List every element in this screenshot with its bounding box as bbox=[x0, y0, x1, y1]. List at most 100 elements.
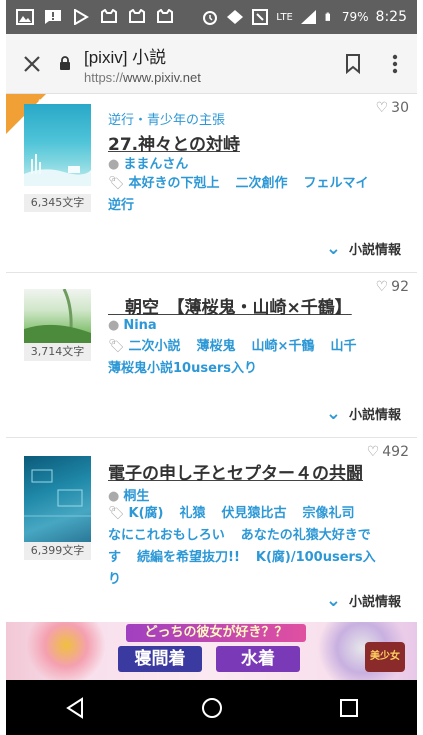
gallery-icon bbox=[16, 9, 34, 25]
char-count: 6,345文字 bbox=[24, 194, 91, 212]
tag[interactable]: 本好きの下剋上 bbox=[129, 176, 220, 191]
tag-icon: 🏷 bbox=[108, 506, 125, 521]
lock-icon bbox=[54, 56, 76, 71]
page-title: [pixiv] 小説 bbox=[84, 47, 167, 67]
like-count[interactable]: ♡ 30 bbox=[376, 100, 409, 116]
back-triangle-icon bbox=[65, 696, 83, 719]
tag[interactable]: 薄桜鬼小説10users入り bbox=[108, 361, 257, 376]
close-button[interactable] bbox=[6, 34, 58, 94]
nfc-icon bbox=[252, 9, 269, 25]
novel-author[interactable]: ● 桐生 bbox=[108, 485, 149, 504]
novel-item: シリーズ 6,345文字 ♡30 逆行・青少年の主張 27.神々との対峙 ●まま… bbox=[6, 94, 417, 273]
more-options-button[interactable] bbox=[373, 54, 417, 74]
like-count-value: 30 bbox=[391, 100, 409, 116]
network-type: LTE bbox=[276, 11, 293, 23]
ad-character-left bbox=[26, 622, 106, 680]
tag[interactable]: 山崎×千鶴 bbox=[252, 339, 315, 354]
novel-item: 3,714文字 ♡ 92 朝空 【薄桜鬼・山崎×千鶴】 ● Nina 🏷 二次小説 薄桜… bbox=[6, 273, 417, 438]
close-icon bbox=[24, 55, 40, 72]
tag-icon: 🏷 bbox=[108, 176, 125, 191]
browser-toolbar: [pixiv] 小説 https://www.pixiv.net bbox=[6, 34, 417, 94]
back-button[interactable] bbox=[45, 688, 105, 728]
tag[interactable]: 二次創作 bbox=[236, 176, 288, 191]
cover-scene bbox=[24, 154, 91, 186]
novel-title[interactable]: 電子の申し子とセプター４の共闘 bbox=[108, 459, 363, 484]
novel-item: 6,399文字 ♡ 492 電子の申し子とセプター４の共闘 ● 桐生 🏷 K(腐) 礼猿… bbox=[6, 438, 417, 622]
system-status: LTE 79% 8:25 bbox=[201, 9, 417, 25]
recents-square-icon bbox=[339, 698, 358, 717]
novel-title[interactable]: 朝空 【薄桜鬼・山崎×千鶴】 bbox=[108, 293, 352, 318]
recents-button[interactable] bbox=[319, 688, 379, 728]
url-area[interactable]: [pixiv] 小説 https://www.pixiv.net bbox=[84, 43, 201, 85]
tag[interactable]: 続編を希望抜刀!! bbox=[137, 550, 240, 565]
ad-banner[interactable]: どっちの彼女が好き？？ 寝間着 水着 美少女 bbox=[6, 622, 417, 680]
tag-row: 🏷 本好きの下剋上 二次創作 フェルマイ bbox=[108, 173, 399, 195]
novel-info-button[interactable]: ⌄ 小説情報 bbox=[326, 590, 401, 611]
tag[interactable]: 山千 bbox=[330, 339, 356, 354]
battery-icon bbox=[325, 12, 330, 21]
tag-row: す続編を希望抜刀!! K(腐)/100users入り bbox=[108, 547, 399, 591]
novel-title[interactable]: 27.神々との対峙 bbox=[108, 130, 240, 155]
ad-option-pajamas[interactable]: 寝間着 bbox=[118, 646, 202, 672]
tag[interactable]: K(腐) bbox=[129, 506, 164, 521]
tag[interactable]: 礼猿 bbox=[179, 506, 205, 521]
like-count[interactable]: ♡ 92 bbox=[376, 279, 409, 295]
novel-info-label: 小説情報 bbox=[348, 408, 401, 423]
tag[interactable]: あなたの礼猿大好きで bbox=[241, 528, 371, 543]
novel-cover[interactable] bbox=[24, 288, 91, 344]
clock: 8:25 bbox=[375, 9, 407, 25]
user-icon: ● bbox=[108, 157, 120, 172]
heart-icon: ♡ bbox=[375, 279, 389, 295]
chevron-down-icon: ⌄ bbox=[325, 403, 341, 424]
tag-list: 🏷 本好きの下剋上 二次創作 フェルマイ 逆行 bbox=[108, 173, 399, 217]
cat-app-icon-3 bbox=[157, 9, 173, 23]
like-count[interactable]: ♡ 492 bbox=[367, 444, 409, 460]
url-scheme: https:// bbox=[84, 69, 124, 85]
novel-author[interactable]: ● Nina bbox=[108, 318, 157, 333]
tag[interactable]: す bbox=[108, 550, 121, 565]
tag[interactable]: なにこれおもしろい bbox=[108, 528, 225, 543]
home-button[interactable] bbox=[182, 688, 242, 728]
alarm-icon bbox=[203, 11, 218, 25]
tag-row: 🏷 K(腐) 礼猿 伏見猿比古 宗像礼司 bbox=[108, 503, 399, 525]
cat-app-icon bbox=[101, 9, 117, 23]
novel-info-button[interactable]: ⌄ 小説情報 bbox=[326, 403, 401, 424]
page-url: https://www.pixiv.net bbox=[84, 70, 201, 85]
like-count-value: 92 bbox=[391, 279, 409, 295]
do-not-disturb-icon bbox=[227, 10, 244, 24]
tag[interactable]: フェルマイ bbox=[304, 176, 369, 191]
message-icon bbox=[45, 10, 61, 24]
notification-icons bbox=[6, 9, 174, 25]
novel-cover[interactable] bbox=[24, 104, 91, 186]
tag-row: なにこれおもしろい あなたの礼猿大好きで bbox=[108, 525, 399, 547]
tag-icon: 🏷 bbox=[108, 339, 125, 354]
tag[interactable]: 伏見猿比古 bbox=[222, 506, 287, 521]
tag[interactable]: 逆行 bbox=[108, 198, 134, 213]
tag-list: 🏷 二次小説 薄桜鬼 山崎×千鶴 山千 薄桜鬼小説10users入り bbox=[108, 336, 399, 380]
ad-logo: 美少女 bbox=[365, 642, 405, 672]
more-vert-icon bbox=[392, 54, 398, 73]
novel-author[interactable]: ● ままんさん bbox=[108, 153, 188, 172]
author-name: ままんさん bbox=[123, 157, 189, 172]
heart-icon: ♡ bbox=[375, 100, 389, 116]
novel-info-label: 小説情報 bbox=[348, 243, 401, 258]
author-name: Nina bbox=[123, 318, 157, 333]
char-count: 6,399文字 bbox=[24, 542, 91, 560]
novel-genre[interactable]: 逆行・青少年の主張 bbox=[108, 109, 225, 128]
novel-cover[interactable] bbox=[24, 456, 91, 542]
system-nav-bar bbox=[6, 680, 417, 735]
tag[interactable]: 薄桜鬼 bbox=[197, 339, 236, 354]
status-bar: LTE 79% 8:25 bbox=[6, 0, 417, 34]
bookmark-icon bbox=[346, 53, 360, 74]
heart-icon: ♡ bbox=[366, 444, 380, 460]
play-store-icon bbox=[74, 9, 89, 25]
tag[interactable]: 二次小説 bbox=[129, 339, 181, 354]
user-icon: ● bbox=[108, 489, 120, 504]
ad-option-swimsuit[interactable]: 水着 bbox=[216, 646, 300, 672]
tag-row: 薄桜鬼小説10users入り bbox=[108, 358, 399, 380]
novel-info-button[interactable]: ⌄ 小説情報 bbox=[326, 238, 401, 259]
url-host: www.pixiv.net bbox=[123, 69, 201, 85]
tag[interactable]: 宗像礼司 bbox=[303, 506, 355, 521]
cat-app-icon-2 bbox=[129, 9, 145, 23]
bookmark-button[interactable] bbox=[333, 53, 373, 74]
